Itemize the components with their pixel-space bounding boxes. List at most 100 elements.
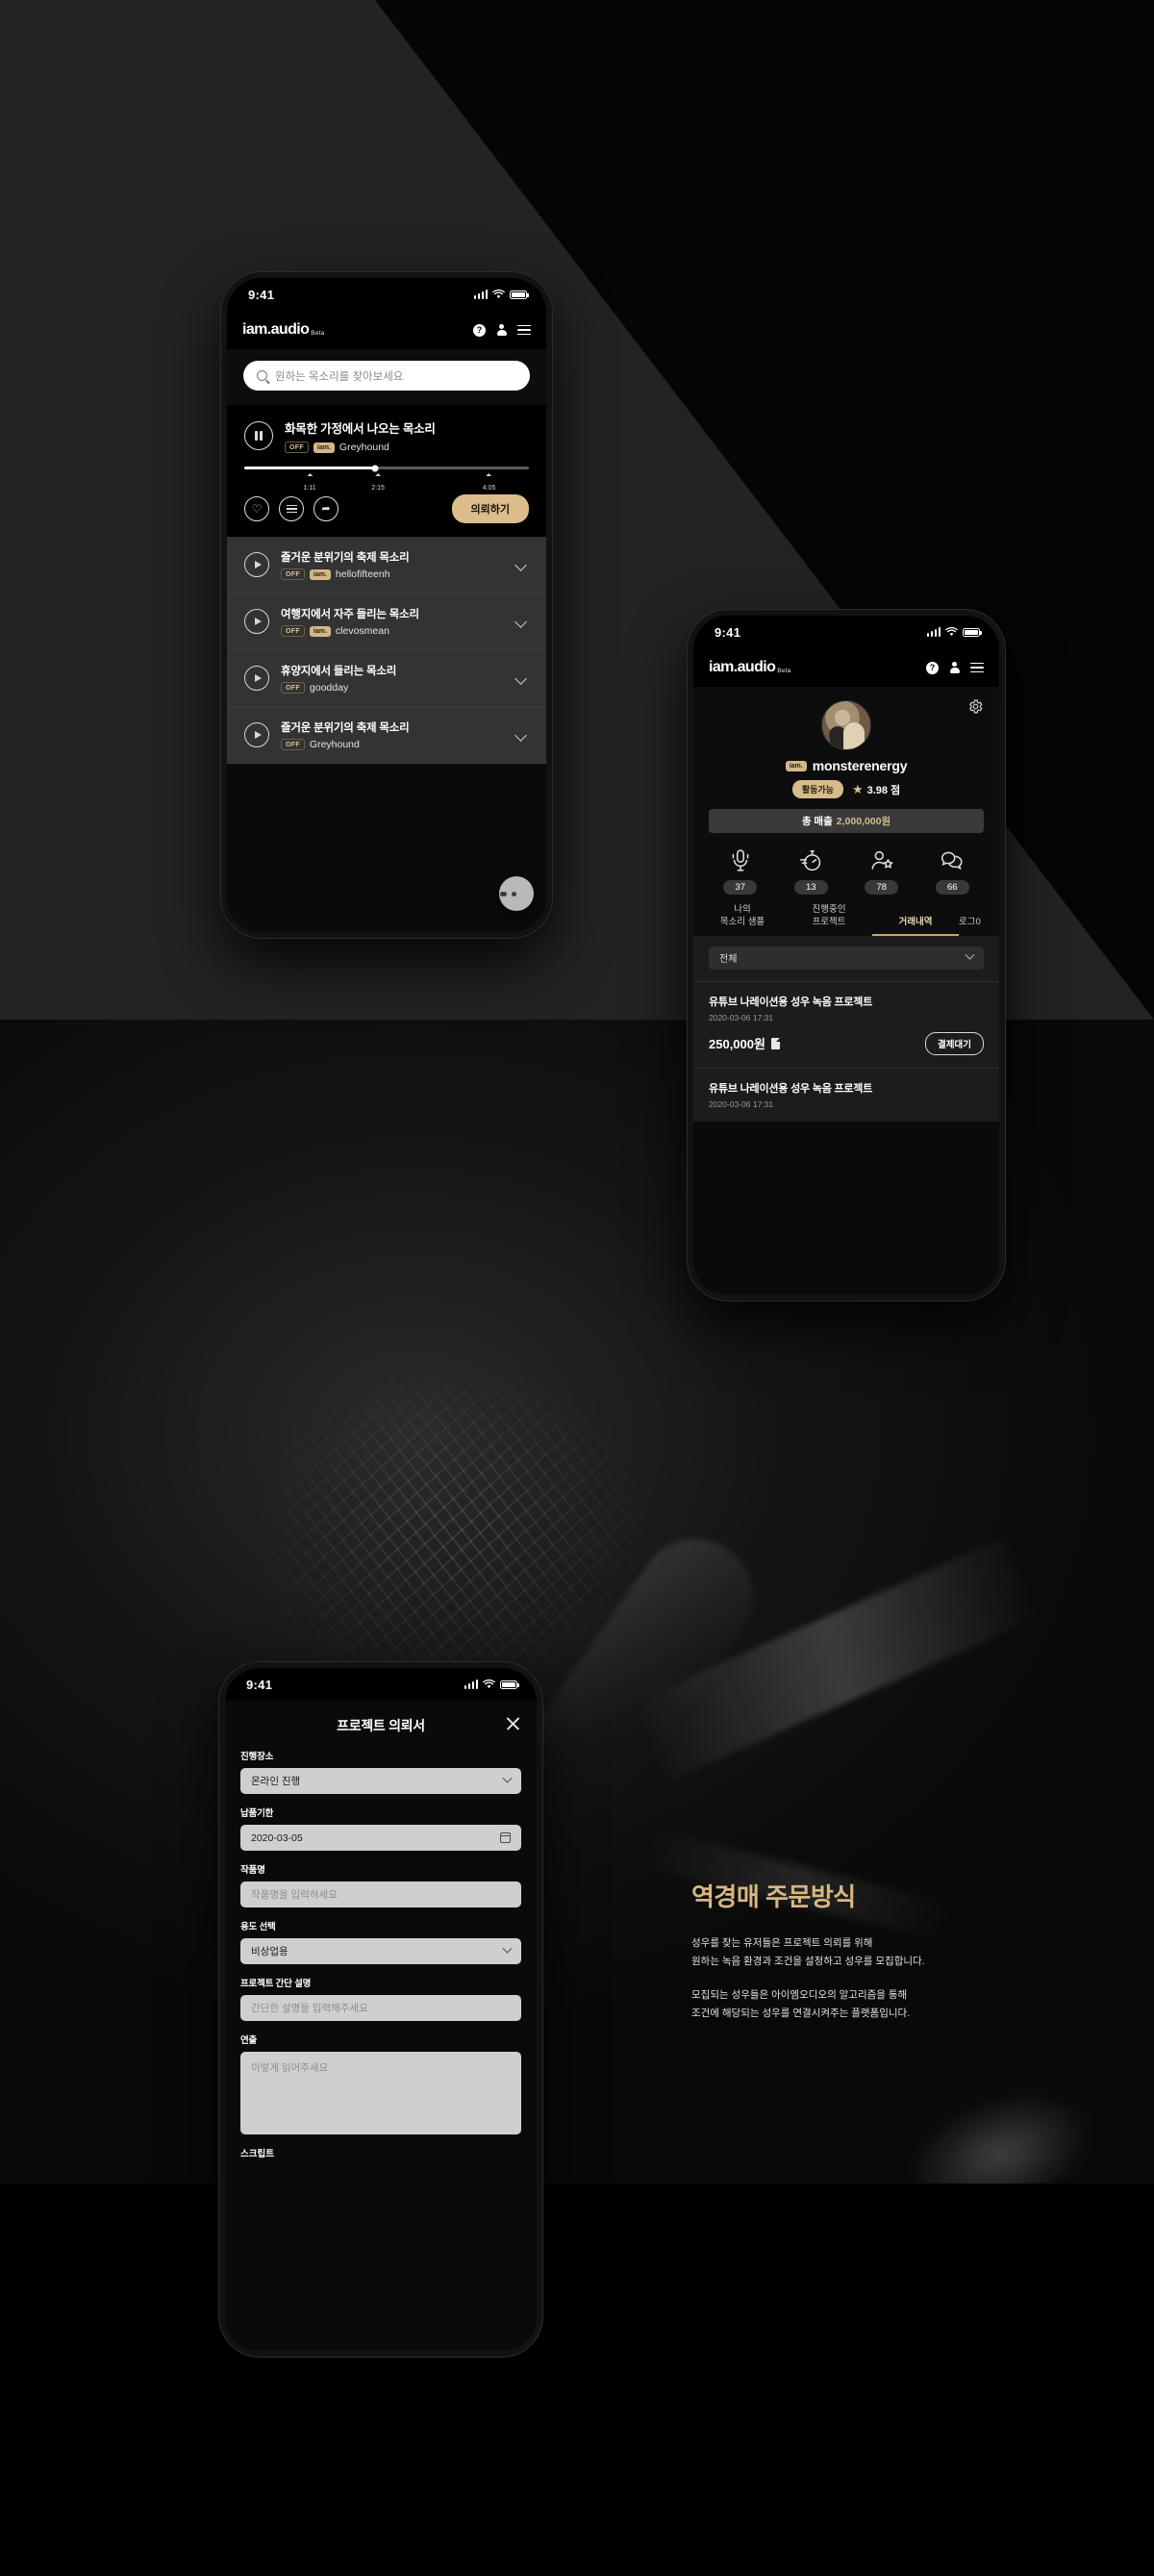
track-row[interactable]: 즐거운 분위기의 축제 목소리 OFF iam. hellofifteenh — [227, 537, 546, 593]
field-description: 프로젝트 간단 설명 간단한 설명을 입력해주세요 — [240, 1976, 521, 2021]
tab-transactions[interactable]: 거래내역 — [872, 917, 959, 936]
tab-ongoing-projects[interactable]: 진행중인 프로젝트 — [786, 904, 872, 936]
profile-badges: 활동가능 ★ 3.98 점 — [709, 780, 984, 798]
transaction-row[interactable]: 유튜브 나레이션용 성우 녹음 프로젝트 2020-03-06 17:31 25… — [693, 980, 999, 1068]
account-icon[interactable] — [495, 323, 508, 337]
form-body: 진행장소 온라인 진행 납품기한 2020-03-05 작품명 작품명을 입력하… — [225, 1749, 537, 2169]
chevron-down-icon[interactable] — [514, 615, 527, 628]
track-row[interactable]: 즐거운 분위기의 축제 목소리 OFF Greyhound — [227, 707, 546, 764]
pause-icon — [255, 431, 263, 441]
track-info: 즐거운 분위기의 축제 목소리 OFF Greyhound — [281, 720, 410, 750]
share-button[interactable]: ➦ — [314, 496, 339, 521]
revenue-amount: 2,000,000원 — [836, 816, 891, 827]
notch — [335, 278, 439, 297]
help-icon[interactable]: ? — [926, 661, 939, 674]
track-title: 여행지에서 자주 들리는 목소리 — [281, 609, 419, 620]
off-badge: OFF — [285, 442, 309, 453]
track-row[interactable]: 휴양지에서 들리는 목소리 OFF goodday — [227, 650, 546, 707]
copy-line: 원하는 녹음 환경과 조건을 설정하고 성우를 모집합니다. — [691, 1956, 925, 1968]
deadline-date-input[interactable]: 2020-03-05 — [240, 1825, 521, 1851]
seek-handle[interactable] — [371, 465, 379, 471]
transaction-row[interactable]: 유튜브 나레이션용 성우 녹음 프로젝트 2020-03-06 17:31 — [693, 1067, 999, 1122]
phone2-screen: 9:41 iam.audio Beta ? iam. monsterenergy… — [693, 616, 999, 1295]
field-value: 2020-03-05 — [251, 1831, 303, 1844]
close-icon[interactable] — [505, 1715, 521, 1731]
usage-select[interactable]: 비상업용 — [240, 1938, 521, 1964]
field-work-title: 작품명 작품명을 입력하세요 — [240, 1862, 521, 1907]
stat-projects[interactable]: 13 — [776, 848, 847, 895]
stat-reviews[interactable]: 66 — [917, 848, 989, 895]
track-artist: goodday — [309, 682, 349, 694]
stat-followers[interactable]: 78 — [846, 848, 917, 895]
favorite-button[interactable]: ♡ — [244, 496, 269, 521]
status-time: 9:41 — [248, 287, 275, 302]
document-icon[interactable] — [770, 1037, 780, 1049]
audio-player-card: 화목한 가정에서 나오는 목소리 OFF iam. Greyhound 1:11… — [227, 405, 546, 537]
search-input[interactable]: 원하는 목소리를 찾아보세요 — [243, 361, 530, 391]
off-badge: OFF — [281, 625, 305, 637]
page-title: 프로젝트 의뢰서 — [337, 1718, 425, 1733]
status-time: 9:41 — [246, 1677, 273, 1692]
playlist-button[interactable] — [279, 496, 304, 521]
track-info: 휴양지에서 들리는 목소리 OFF goodday — [281, 663, 396, 694]
play-icon[interactable] — [244, 666, 269, 691]
request-button[interactable]: 의뢰하기 — [451, 494, 529, 523]
search-icon — [257, 370, 267, 381]
account-icon[interactable] — [948, 661, 961, 674]
transaction-filter-select[interactable]: 전체 — [709, 946, 984, 970]
description-input[interactable]: 간단한 설명을 입력해주세요 — [240, 1995, 521, 2021]
copy-paragraph-1: 성우를 찾는 유저들은 프로젝트 의뢰를 위해 원하는 녹음 환경과 조건을 설… — [691, 1934, 1095, 1972]
work-title-input[interactable]: 작품명을 입력하세요 — [240, 1881, 521, 1907]
play-icon[interactable] — [244, 552, 269, 577]
player-info: 화목한 가정에서 나오는 목소리 OFF iam. Greyhound — [285, 418, 436, 453]
stat-samples[interactable]: 37 — [705, 848, 776, 895]
phone1-status-bar: 9:41 — [227, 278, 546, 311]
marketing-copy-block: 역경매 주문방식 성우를 찾는 유저들은 프로젝트 의뢰를 위해 원하는 녹음 … — [691, 1878, 1095, 2038]
app-logo-beta: Beta — [777, 668, 791, 674]
field-location: 진행장소 온라인 진행 — [240, 1749, 521, 1794]
pause-button[interactable] — [244, 421, 273, 450]
gear-icon[interactable] — [967, 698, 984, 715]
track-info: 즐거운 분위기의 축제 목소리 OFF iam. hellofifteenh — [281, 549, 410, 580]
copy-line: 모집되는 성우들은 아이엠오디오의 알고리즘을 통해 — [691, 1988, 908, 2001]
profile-tabs: 나의 목소리 샘플 진행중인 프로젝트 거래내역 로그0 — [693, 904, 999, 936]
tab-logs[interactable]: 로그0 — [959, 917, 993, 936]
transaction-status-badge[interactable]: 결제대기 — [925, 1031, 984, 1055]
tab-my-samples[interactable]: 나의 목소리 샘플 — [699, 904, 786, 936]
battery-icon — [510, 290, 529, 299]
chevron-down-icon[interactable] — [514, 671, 527, 685]
app-logo[interactable]: iam.audio Beta — [242, 321, 324, 339]
seek-bar[interactable] — [244, 465, 529, 471]
chevron-down-icon[interactable] — [514, 558, 527, 571]
play-icon[interactable] — [244, 609, 269, 634]
transaction-date: 2020-03-06 17:31 — [709, 1099, 774, 1109]
time-marker: 1:11 — [304, 473, 316, 494]
track-title: 휴양지에서 들리는 목소리 — [281, 666, 397, 677]
player-meta: OFF iam. Greyhound — [285, 442, 436, 453]
app-logo-text: iam.audio — [242, 321, 310, 338]
app-logo[interactable]: iam.audio Beta — [709, 659, 790, 676]
status-time: 9:41 — [715, 624, 741, 640]
battery-icon — [963, 627, 982, 637]
location-select[interactable]: 온라인 진행 — [240, 1768, 521, 1794]
play-icon[interactable] — [244, 722, 269, 747]
hamburger-menu-icon[interactable] — [970, 662, 984, 673]
hamburger-menu-icon[interactable] — [517, 324, 531, 336]
direction-textarea[interactable]: 이렇게 읽어주세요 — [240, 2052, 521, 2134]
filter-fab[interactable] — [499, 876, 534, 911]
help-icon[interactable]: ? — [473, 323, 486, 337]
track-meta: OFF iam. clevosmean — [281, 625, 419, 637]
cellular-signal-icon — [926, 627, 941, 637]
field-value: 온라인 진행 — [251, 1776, 301, 1787]
total-revenue: 총 매출 2,000,000원 — [709, 809, 984, 833]
chevron-down-icon[interactable] — [514, 728, 527, 742]
username-row: iam. monsterenergy — [709, 758, 984, 773]
status-indicators — [464, 1679, 519, 1689]
transaction-amount: 250,000원 — [709, 1037, 765, 1052]
phone3-screen: 9:41 프로젝트 의뢰서 진행장소 온라인 진행 납품기한 2020-03-0… — [225, 1668, 537, 2351]
field-label: 납품기한 — [240, 1808, 274, 1819]
track-row[interactable]: 여행지에서 자주 들리는 목소리 OFF iam. clevosmean — [227, 593, 546, 650]
calendar-icon[interactable] — [499, 1832, 512, 1843]
transaction-date: 2020-03-06 17:31 — [709, 1012, 774, 1023]
track-meta: OFF iam. hellofifteenh — [281, 568, 410, 580]
